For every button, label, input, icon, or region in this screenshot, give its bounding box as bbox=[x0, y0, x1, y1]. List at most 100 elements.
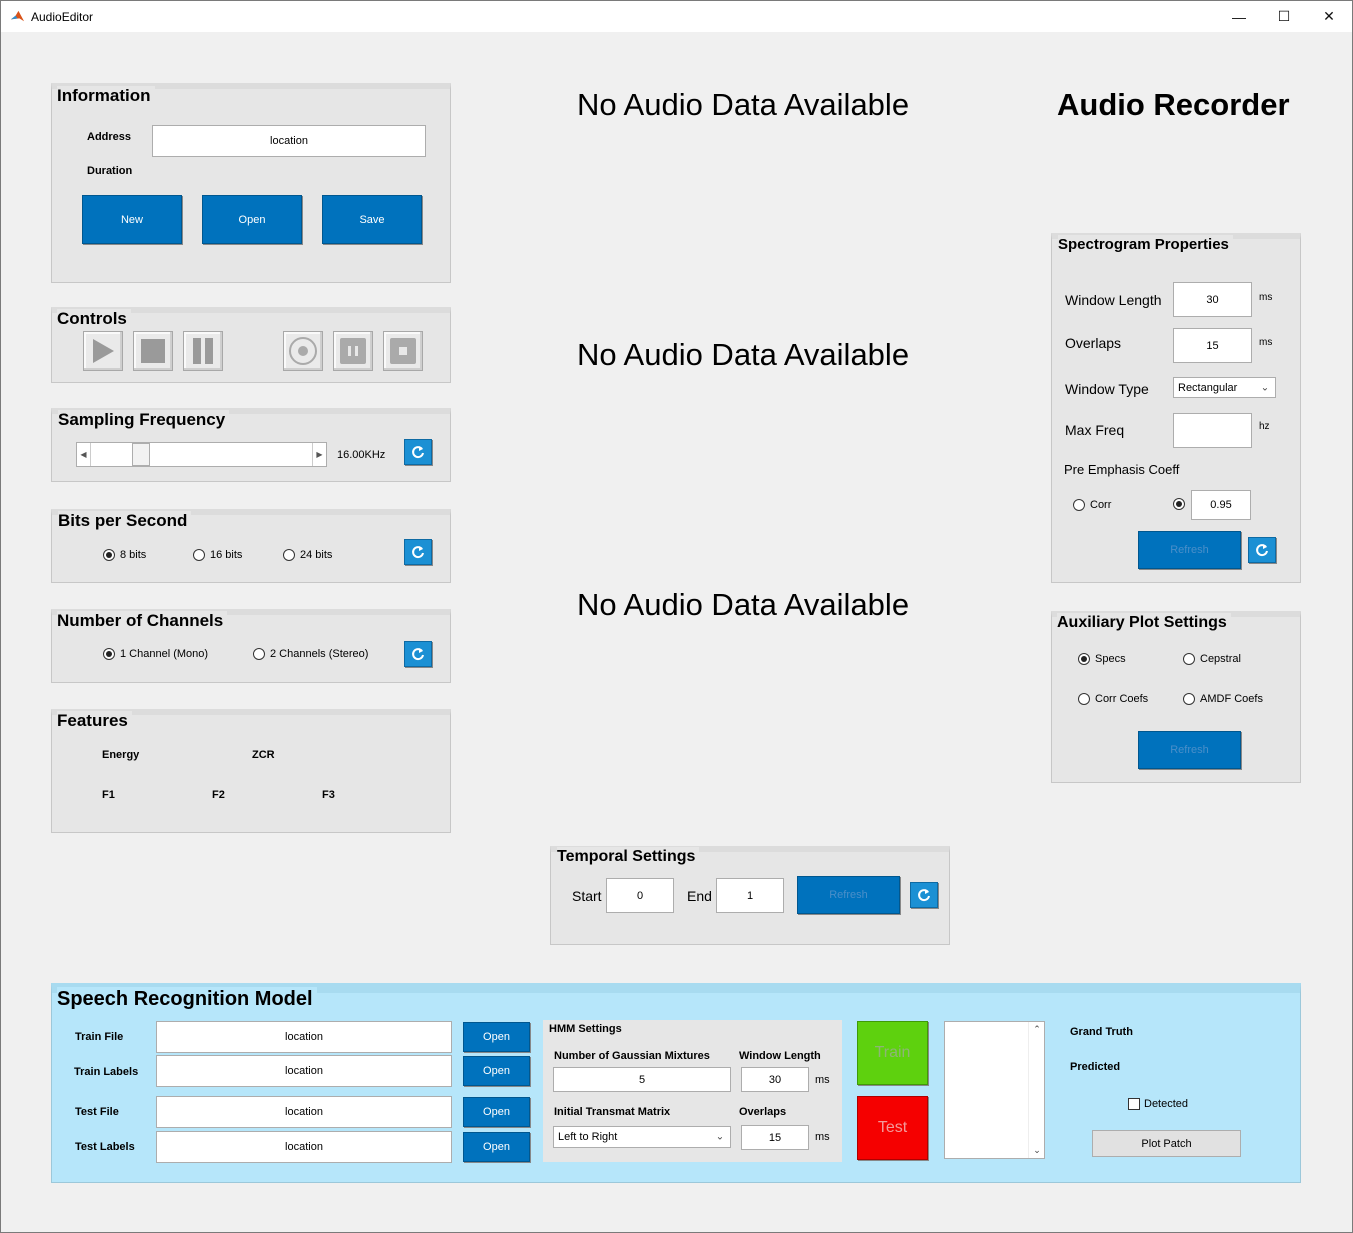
coeff-field[interactable]: 0.95 bbox=[1191, 490, 1251, 520]
pause-button[interactable] bbox=[183, 331, 223, 371]
coeff-radio[interactable] bbox=[1173, 498, 1190, 510]
bits-16-radio[interactable]: 16 bits bbox=[193, 549, 242, 561]
f1-label: F1 bbox=[102, 789, 115, 801]
bits-24-label: 24 bits bbox=[300, 549, 333, 561]
slider-left-arrow-icon[interactable]: ◀ bbox=[77, 443, 91, 466]
window-length-unit: ms bbox=[1259, 292, 1273, 303]
test-labels-open-button[interactable]: Open bbox=[463, 1132, 530, 1162]
train-labels-field[interactable]: location bbox=[156, 1055, 452, 1087]
stereo-label: 2 Channels (Stereo) bbox=[270, 648, 369, 660]
cepstral-radio[interactable]: Cepstral bbox=[1183, 653, 1241, 665]
bits-reset-button[interactable] bbox=[404, 539, 432, 565]
start-field[interactable]: 0 bbox=[606, 878, 674, 913]
spectrogram-reset-button[interactable] bbox=[1248, 537, 1276, 563]
test-file-label: Test File bbox=[75, 1106, 119, 1118]
test-button[interactable]: Test bbox=[857, 1096, 928, 1160]
gaussian-mixtures-field[interactable]: 5 bbox=[553, 1067, 731, 1092]
hmm-settings-title: HMM Settings bbox=[549, 1023, 622, 1035]
scroll-up-icon[interactable]: ⌃ bbox=[1029, 1024, 1045, 1035]
amdf-coefs-label: AMDF Coefs bbox=[1200, 693, 1263, 705]
spectrogram-refresh-button[interactable]: Refresh bbox=[1138, 531, 1241, 569]
play-button[interactable] bbox=[83, 331, 123, 371]
sampling-title: Sampling Frequency bbox=[58, 410, 230, 430]
temporal-refresh-button[interactable]: Refresh bbox=[797, 876, 900, 914]
plot-patch-button[interactable]: Plot Patch bbox=[1092, 1130, 1241, 1157]
record-stop-button[interactable] bbox=[383, 331, 423, 371]
radio-selected bbox=[103, 549, 115, 561]
train-button[interactable]: Train bbox=[857, 1021, 928, 1085]
slider-right-arrow-icon[interactable]: ▶ bbox=[312, 443, 326, 466]
sampling-reset-button[interactable] bbox=[404, 439, 432, 465]
hmm-window-length-label: Window Length bbox=[739, 1050, 821, 1062]
recorder-title: Audio Recorder bbox=[1057, 87, 1290, 122]
plot-3-placeholder: No Audio Data Available bbox=[577, 587, 910, 622]
pre-emphasis-label: Pre Emphasis Coeff bbox=[1064, 462, 1180, 477]
matlab-icon bbox=[10, 10, 25, 22]
new-button[interactable]: New bbox=[82, 195, 182, 244]
play-icon bbox=[93, 339, 114, 363]
end-field[interactable]: 1 bbox=[716, 878, 784, 913]
bits-8-radio[interactable]: 8 bits bbox=[103, 549, 146, 561]
overlaps-unit: ms bbox=[1259, 337, 1273, 348]
window-length-field[interactable]: 30 bbox=[1173, 282, 1252, 317]
mono-radio[interactable]: 1 Channel (Mono) bbox=[103, 648, 208, 660]
scroll-down-icon[interactable]: ⌄ bbox=[1029, 1145, 1045, 1156]
channels-reset-button[interactable] bbox=[404, 641, 432, 667]
plot-2-placeholder: No Audio Data Available bbox=[577, 337, 910, 372]
sampling-slider[interactable]: ◀ ▶ bbox=[76, 442, 327, 467]
stereo-radio[interactable]: 2 Channels (Stereo) bbox=[253, 648, 368, 660]
save-button[interactable]: Save bbox=[322, 195, 422, 244]
minimize-icon: — bbox=[1232, 8, 1246, 25]
minimize-button[interactable]: — bbox=[1216, 1, 1262, 32]
specs-radio[interactable]: Specs bbox=[1078, 653, 1126, 665]
record-icon bbox=[289, 337, 317, 365]
window-type-select[interactable]: Rectangular ⌄ bbox=[1173, 377, 1276, 398]
temporal-reset-button[interactable] bbox=[910, 882, 938, 908]
checkbox-box bbox=[1128, 1098, 1140, 1110]
results-listbox[interactable]: ⌃ ⌄ bbox=[944, 1021, 1045, 1159]
zcr-label: ZCR bbox=[252, 749, 275, 761]
stop-button[interactable] bbox=[133, 331, 173, 371]
record-pause-button[interactable] bbox=[333, 331, 373, 371]
hmm-window-length-field[interactable]: 30 bbox=[741, 1067, 809, 1092]
detected-checkbox[interactable]: Detected bbox=[1128, 1098, 1188, 1110]
test-file-open-button[interactable]: Open bbox=[463, 1097, 530, 1127]
test-file-field[interactable]: location bbox=[156, 1096, 452, 1128]
train-file-open-button[interactable]: Open bbox=[463, 1022, 530, 1052]
window-type-label: Window Type bbox=[1065, 381, 1149, 397]
address-field[interactable]: location bbox=[152, 125, 426, 157]
record-button[interactable] bbox=[283, 331, 323, 371]
train-labels-open-button[interactable]: Open bbox=[463, 1056, 530, 1086]
features-title: Features bbox=[57, 711, 132, 731]
listbox-scrollbar[interactable]: ⌃ ⌄ bbox=[1028, 1022, 1044, 1158]
pause-icon bbox=[193, 338, 213, 364]
window-type-value: Rectangular bbox=[1178, 381, 1238, 394]
radio-unselected bbox=[1183, 653, 1195, 665]
controls-title: Controls bbox=[57, 309, 131, 329]
aux-refresh-button[interactable]: Refresh bbox=[1138, 731, 1241, 769]
amdf-coefs-radio[interactable]: AMDF Coefs bbox=[1183, 693, 1263, 705]
maximize-button[interactable]: ☐ bbox=[1261, 1, 1307, 32]
train-file-field[interactable]: location bbox=[156, 1021, 452, 1053]
hmm-overlaps-field[interactable]: 15 bbox=[741, 1125, 809, 1150]
aux-title: Auxiliary Plot Settings bbox=[1057, 613, 1231, 633]
transmat-select[interactable]: Left to Right ⌄ bbox=[553, 1126, 731, 1148]
open-button[interactable]: Open bbox=[202, 195, 302, 244]
slider-thumb[interactable] bbox=[132, 443, 150, 466]
max-freq-field[interactable] bbox=[1173, 413, 1252, 448]
test-labels-field[interactable]: location bbox=[156, 1131, 452, 1163]
gaussian-mixtures-label: Number of Gaussian Mixtures bbox=[554, 1050, 710, 1062]
refresh-icon bbox=[412, 648, 424, 661]
radio-unselected bbox=[193, 549, 205, 561]
title-bar: AudioEditor — ☐ ✕ bbox=[1, 1, 1352, 32]
corr-coefs-label: Corr Coefs bbox=[1095, 693, 1149, 705]
specs-label: Specs bbox=[1095, 653, 1126, 665]
overlaps-field[interactable]: 15 bbox=[1173, 328, 1252, 363]
corr-radio[interactable]: Corr bbox=[1073, 499, 1111, 511]
corr-coefs-radio[interactable]: Corr Coefs bbox=[1078, 693, 1148, 705]
bits-24-radio[interactable]: 24 bits bbox=[283, 549, 332, 561]
f3-label: F3 bbox=[322, 789, 335, 801]
bits-8-label: 8 bits bbox=[120, 549, 147, 561]
transmat-label: Initial Transmat Matrix bbox=[554, 1106, 671, 1118]
close-button[interactable]: ✕ bbox=[1306, 1, 1352, 32]
